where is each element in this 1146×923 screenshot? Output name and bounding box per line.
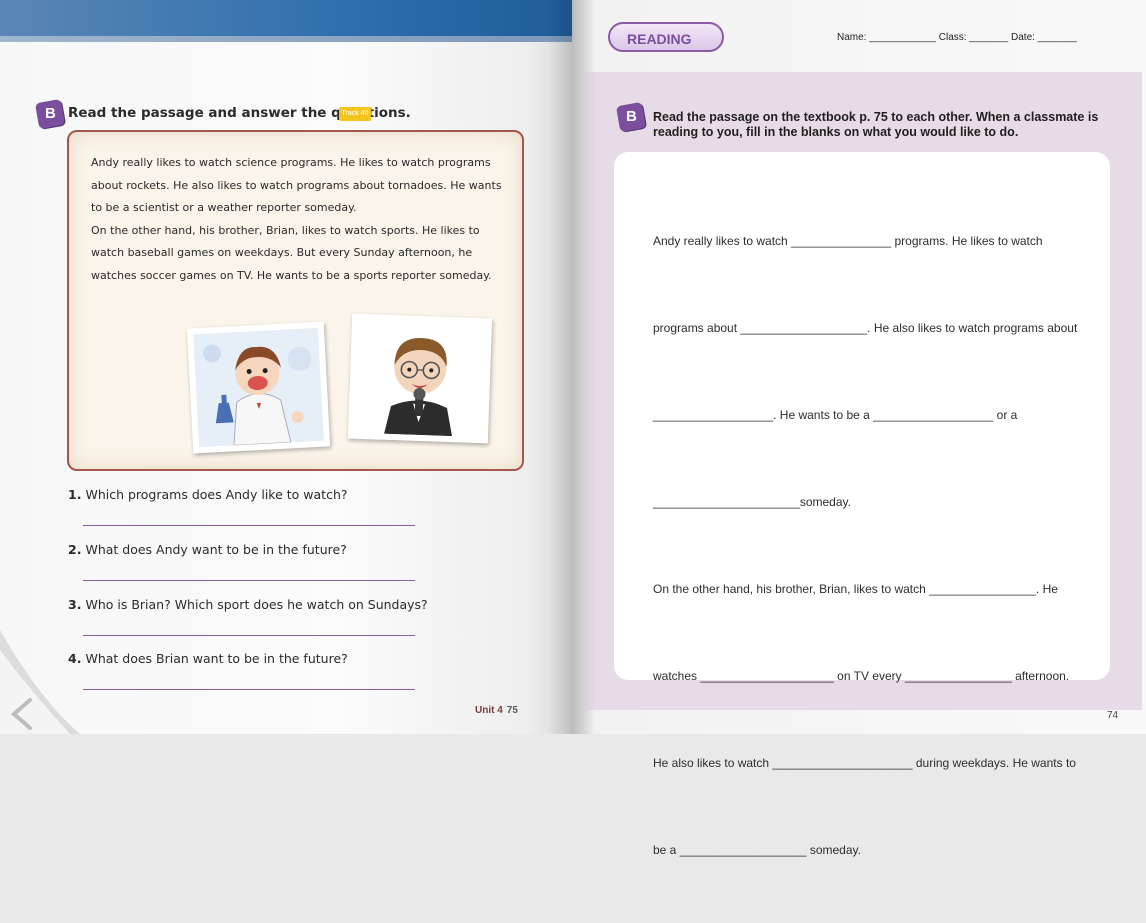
- passage: Andy really likes to watch science progr…: [91, 152, 506, 287]
- name-class-date-line[interactable]: Name: ____________ Class: _______ Date: …: [837, 32, 1077, 43]
- right-page: READING Name: ____________ Class: ______…: [572, 0, 1146, 734]
- fill-line[interactable]: ______________________someday.: [653, 488, 1093, 517]
- track-label[interactable]: Track 40: [339, 107, 371, 121]
- section-b-badge-right: B: [616, 102, 646, 132]
- page-curl-prev-icon[interactable]: [0, 630, 80, 734]
- right-page-number: 74: [1107, 710, 1118, 721]
- answer-line-3[interactable]: [83, 635, 415, 636]
- left-page-footer: Unit 475: [475, 705, 518, 716]
- question-3: 3.Who is Brian? Which sport does he watc…: [68, 597, 428, 612]
- question-4: 4.What does Brian want to be in the futu…: [68, 651, 348, 666]
- reporter-boy-image: [354, 320, 486, 437]
- fill-line[interactable]: watches ____________________ on TV every…: [653, 662, 1093, 691]
- scientist-illustration: [187, 322, 330, 454]
- passage-paragraph-brian: On the other hand, his brother, Brian, l…: [91, 220, 506, 288]
- scientist-boy-image: [193, 328, 324, 447]
- answer-line-2[interactable]: [83, 580, 415, 581]
- fill-line[interactable]: be a ___________________ someday.: [653, 836, 1093, 865]
- fill-line[interactable]: programs about ___________________. He a…: [653, 314, 1093, 343]
- answer-line-1[interactable]: [83, 525, 415, 526]
- fill-line[interactable]: He also likes to watch _________________…: [653, 749, 1093, 778]
- top-band: [0, 0, 572, 38]
- right-heading: Read the passage on the textbook p. 75 t…: [653, 110, 1113, 140]
- reading-tag: READING: [608, 22, 724, 52]
- reporter-illustration: [348, 314, 492, 444]
- fill-line[interactable]: __________________. He wants to be a ___…: [653, 401, 1093, 430]
- passage-paragraph-andy: Andy really likes to watch science progr…: [91, 152, 506, 220]
- question-1: 1.Which programs does Andy like to watch…: [68, 487, 348, 502]
- fill-in-card: Andy really likes to watch _____________…: [614, 152, 1110, 680]
- section-b-badge: B: [35, 99, 65, 129]
- question-2: 2.What does Andy want to be in the futur…: [68, 542, 347, 557]
- fill-line[interactable]: Andy really likes to watch _____________…: [653, 227, 1093, 256]
- fill-line[interactable]: On the other hand, his brother, Brian, l…: [653, 575, 1093, 604]
- answer-line-4[interactable]: [83, 689, 415, 690]
- left-page: B Read the passage and answer the questi…: [0, 0, 572, 734]
- passage-box: Andy really likes to watch science progr…: [67, 130, 524, 471]
- fill-in-text: Andy really likes to watch _____________…: [653, 169, 1093, 923]
- top-band-edge: [0, 36, 572, 42]
